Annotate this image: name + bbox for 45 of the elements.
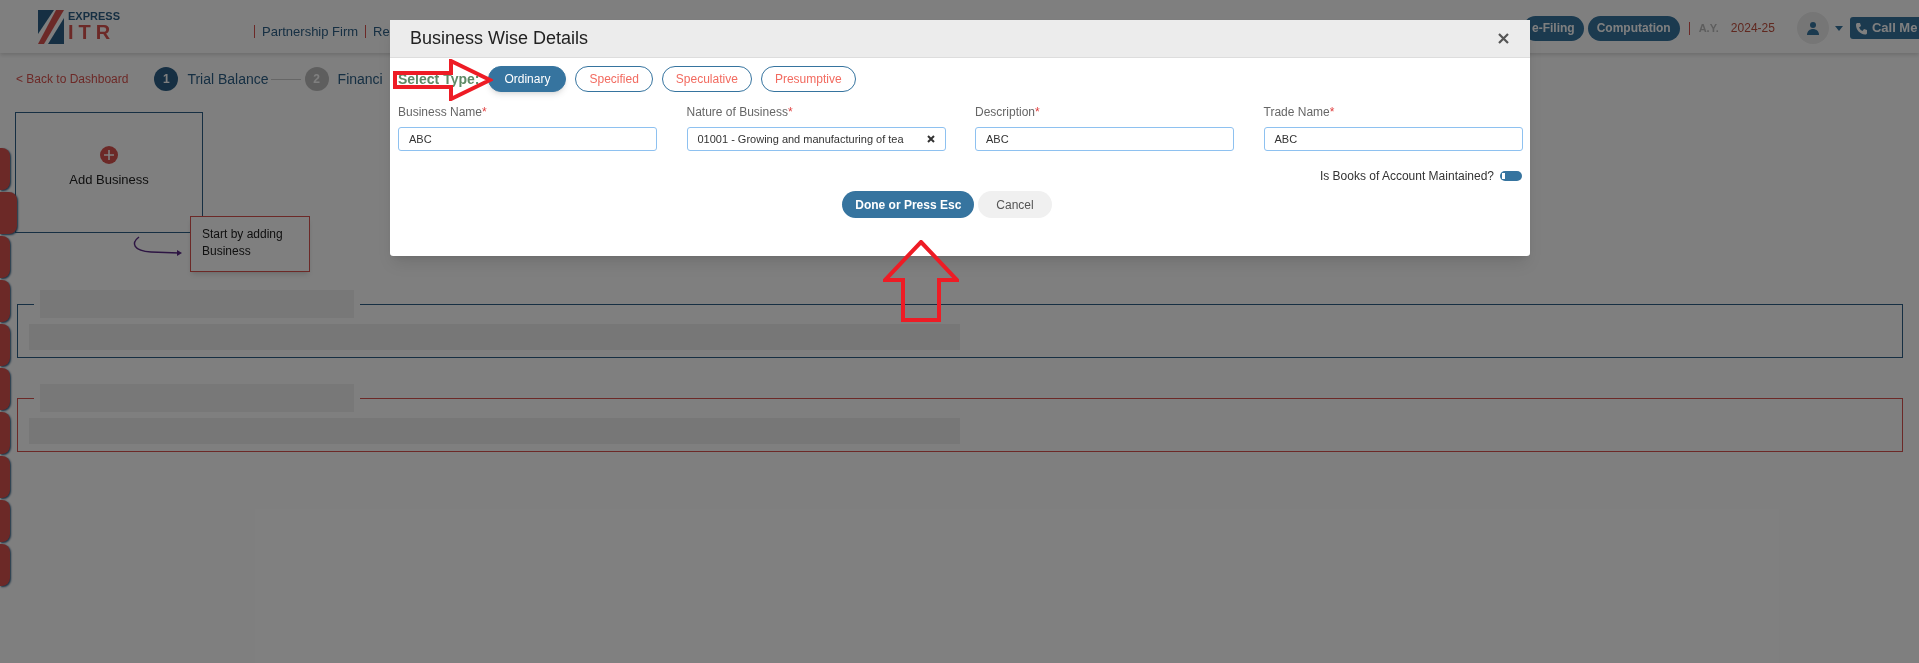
phone-icon	[1854, 21, 1868, 35]
input-field[interactable]: 01001 - Growing and manufacturing of tea	[686, 127, 946, 151]
sidebar-tab[interactable]	[0, 412, 10, 454]
type-pill[interactable]: Presumptive	[760, 66, 856, 92]
avatar-icon[interactable]	[1796, 12, 1829, 44]
caret-icon[interactable]	[1834, 25, 1843, 31]
field-label: Description*	[975, 104, 1041, 121]
type-pill[interactable]: Specified	[575, 66, 653, 92]
toggle-label: Is Books of Account Maintained?	[1319, 168, 1494, 185]
sidebar-tab[interactable]	[0, 368, 10, 410]
sidebar-tab[interactable]	[0, 236, 10, 278]
field-label: Trade Name*	[1263, 104, 1336, 121]
call-me-button[interactable]: Call Me	[1849, 17, 1919, 39]
sidebar-tab[interactable]	[0, 544, 10, 586]
tooltip: Start by adding Business	[190, 216, 310, 272]
clear-icon[interactable]	[926, 135, 935, 143]
curved-arrow-icon	[131, 235, 183, 257]
cancel-button[interactable]: Cancel	[978, 191, 1052, 218]
done-button[interactable]: Done or Press Esc	[842, 191, 975, 218]
step-tab[interactable]: 1 Trial Balance	[154, 67, 269, 91]
year-value: 2024-25	[1730, 20, 1775, 37]
sidebar-tab[interactable]	[0, 456, 10, 498]
field-label: Business Name*	[398, 104, 488, 121]
logo-text: EXPRESS	[68, 11, 120, 22]
logo-mark-icon	[38, 9, 64, 44]
input-field[interactable]: ABC	[975, 127, 1234, 151]
type-pill[interactable]: Ordinary	[488, 66, 567, 92]
plus-icon	[100, 145, 118, 164]
input-field[interactable]: ABC	[398, 127, 657, 151]
back-link[interactable]: < Back to Dashboard	[16, 70, 129, 88]
sidebar-tab[interactable]	[0, 500, 10, 542]
field-label: Nature of Business*	[686, 104, 794, 121]
input-field[interactable]: ABC	[1263, 127, 1523, 151]
sidebar-tab[interactable]	[0, 192, 17, 234]
toggle-switch[interactable]	[1500, 171, 1522, 181]
sidebar-tab[interactable]	[0, 280, 10, 322]
sidebar-tab[interactable]	[0, 324, 10, 366]
sidebar-tab[interactable]	[0, 148, 10, 190]
type-pill[interactable]: Speculative	[661, 66, 752, 92]
header-button[interactable]: Computation	[1587, 15, 1680, 41]
nav-link[interactable]: Partnership Firm	[262, 21, 359, 42]
logo-text: ITR	[68, 22, 117, 42]
nav-link[interactable]: Re	[373, 21, 390, 42]
close-icon[interactable]	[1496, 31, 1510, 46]
modal-title: Business Wise Details	[410, 27, 589, 50]
